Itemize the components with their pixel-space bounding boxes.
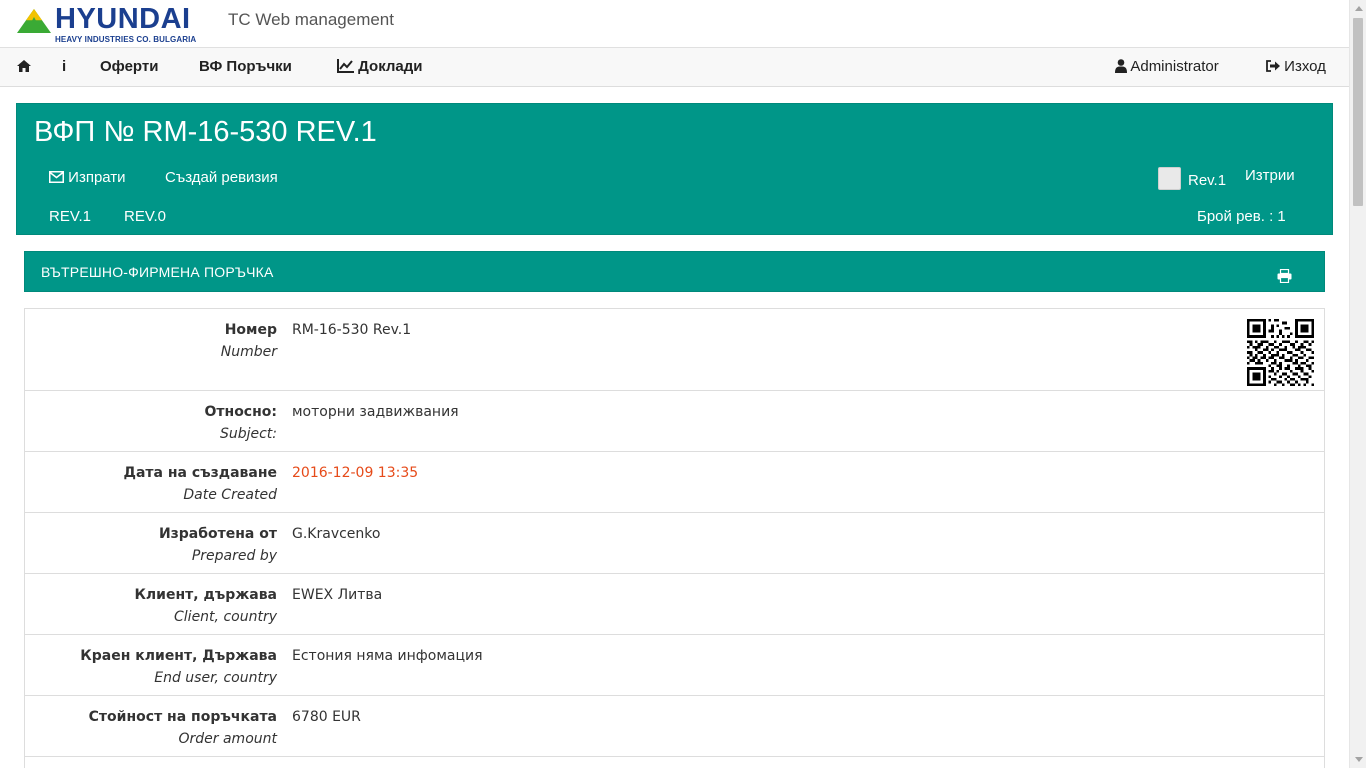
label-en: Date Created bbox=[183, 487, 277, 503]
detail-value: Естония няма инфомация bbox=[292, 648, 483, 664]
nav-offers[interactable]: Оферти bbox=[100, 48, 158, 86]
logo-brand-text: HYUNDAI bbox=[55, 3, 191, 35]
detail-row-date-created: Дата на създаване Date Created 2016-12-0… bbox=[25, 452, 1324, 513]
detail-row-client: Клиент, държава Client, country EWEX Лит… bbox=[25, 574, 1324, 635]
label-en: End user, country bbox=[154, 670, 277, 686]
detail-row-prepared-by: Изработена от Prepared by G.Kravcenko bbox=[25, 513, 1324, 574]
section-title: ВЪТРЕШНО-ФИРМЕНА ПОРЪЧКА bbox=[41, 264, 274, 280]
home-icon bbox=[17, 60, 31, 73]
label-bg: Краен клиент, Държава bbox=[80, 648, 277, 664]
detail-label: Изработена от Prepared by bbox=[159, 523, 277, 567]
label-bg: Относно: bbox=[204, 404, 278, 420]
create-revision-button[interactable]: Създай ревизия bbox=[165, 169, 278, 186]
revision-checkbox[interactable] bbox=[1158, 167, 1181, 190]
main-navbar: i Оферти ВФ Поръчки Доклади Administrato… bbox=[0, 47, 1349, 87]
revision-tab-rev0[interactable]: REV.0 bbox=[124, 208, 166, 225]
detail-label: Клиент, държава Client, country bbox=[134, 584, 277, 628]
logo-triangle-icon bbox=[17, 9, 51, 33]
detail-value: G.Kravcenko bbox=[292, 526, 381, 542]
app-title: TC Web management bbox=[228, 10, 394, 29]
scrollbar-thumb[interactable] bbox=[1353, 18, 1363, 206]
detail-label: Номер Number bbox=[221, 319, 277, 363]
detail-label: Стойност на поръчката Order amount bbox=[89, 706, 277, 750]
detail-value: 6780 EUR bbox=[292, 709, 361, 725]
logo-subtitle-text: HEAVY INDUSTRIES CO. BULGARIA bbox=[55, 35, 197, 44]
nav-logout-label: Изход bbox=[1284, 58, 1326, 75]
user-icon bbox=[1115, 59, 1127, 74]
revision-checkbox-label[interactable]: Rev.1 bbox=[1188, 172, 1226, 189]
detail-label: Дата на създаване Date Created bbox=[123, 462, 277, 506]
detail-row-number: Номер Number RM-16-530 Rev.1 bbox=[25, 309, 1324, 391]
label-en: Client, country bbox=[174, 609, 277, 625]
qr-code-icon bbox=[1247, 319, 1314, 386]
hyundai-logo[interactable]: HYUNDAI HEAVY INDUSTRIES CO. BULGARIA bbox=[16, 3, 216, 46]
envelope-icon bbox=[49, 171, 64, 184]
scroll-down-arrow-icon[interactable] bbox=[1350, 751, 1366, 768]
detail-value: моторни задвижвания bbox=[292, 404, 459, 420]
label-bg: Номер bbox=[224, 322, 277, 338]
nav-reports[interactable]: Доклади bbox=[337, 48, 423, 86]
delete-button[interactable]: Изтрии bbox=[1245, 167, 1295, 184]
nav-orders[interactable]: ВФ Поръчки bbox=[199, 48, 292, 86]
label-en: Order amount bbox=[178, 731, 278, 747]
detail-row-subject: Относно: Subject: моторни задвижвания bbox=[25, 391, 1324, 452]
label-en: Number bbox=[220, 344, 277, 360]
nav-logout[interactable]: Изход bbox=[1266, 48, 1326, 86]
detail-value: EWEX Литва bbox=[292, 587, 383, 603]
nav-home[interactable] bbox=[17, 48, 31, 86]
nav-user-label: Administrator bbox=[1130, 58, 1219, 75]
send-button-label: Изпрати bbox=[68, 169, 126, 186]
top-header: HYUNDAI HEAVY INDUSTRIES CO. BULGARIA TC… bbox=[0, 0, 1349, 47]
order-details-table: Номер Number RM-16-530 Rev.1 Относно: Su… bbox=[24, 308, 1325, 768]
label-en: Prepared by bbox=[191, 548, 277, 564]
label-bg: Стойност на поръчката bbox=[88, 709, 277, 725]
page-title: ВФП № RM-16-530 REV.1 bbox=[34, 116, 377, 148]
detail-row-end-user: Краен клиент, Държава End user, country … bbox=[25, 635, 1324, 696]
vertical-scrollbar[interactable] bbox=[1349, 0, 1366, 768]
label-bg: Клиент, държава bbox=[134, 587, 277, 603]
detail-value-date: 2016-12-09 13:35 bbox=[292, 465, 419, 481]
label-bg: Дата на създаване bbox=[123, 465, 277, 481]
label-bg: Изработена от bbox=[158, 526, 277, 542]
line-chart-icon bbox=[337, 59, 354, 74]
send-button[interactable]: Изпрати bbox=[49, 169, 126, 186]
detail-row-order-amount: Стойност на поръчката Order amount 6780 … bbox=[25, 696, 1324, 757]
revision-tab-rev1[interactable]: REV.1 bbox=[49, 208, 91, 225]
nav-reports-label: Доклади bbox=[358, 58, 423, 75]
label-en: Subject: bbox=[219, 426, 277, 442]
nav-info[interactable]: i bbox=[62, 48, 66, 86]
sign-out-icon bbox=[1266, 60, 1280, 72]
detail-value: RM-16-530 Rev.1 bbox=[292, 322, 412, 338]
nav-user[interactable]: Administrator bbox=[1115, 48, 1219, 86]
detail-label: Краен клиент, Държава End user, country bbox=[80, 645, 277, 689]
section-header: ВЪТРЕШНО-ФИРМЕНА ПОРЪЧКА bbox=[24, 251, 1325, 292]
document-title-panel: ВФП № RM-16-530 REV.1 Изпрати Създай рев… bbox=[16, 103, 1333, 235]
scroll-up-arrow-icon[interactable] bbox=[1350, 0, 1366, 17]
revision-count: Брой рев. : 1 bbox=[1197, 208, 1286, 225]
detail-label: Относно: Subject: bbox=[205, 401, 278, 445]
print-icon[interactable] bbox=[1277, 269, 1292, 283]
